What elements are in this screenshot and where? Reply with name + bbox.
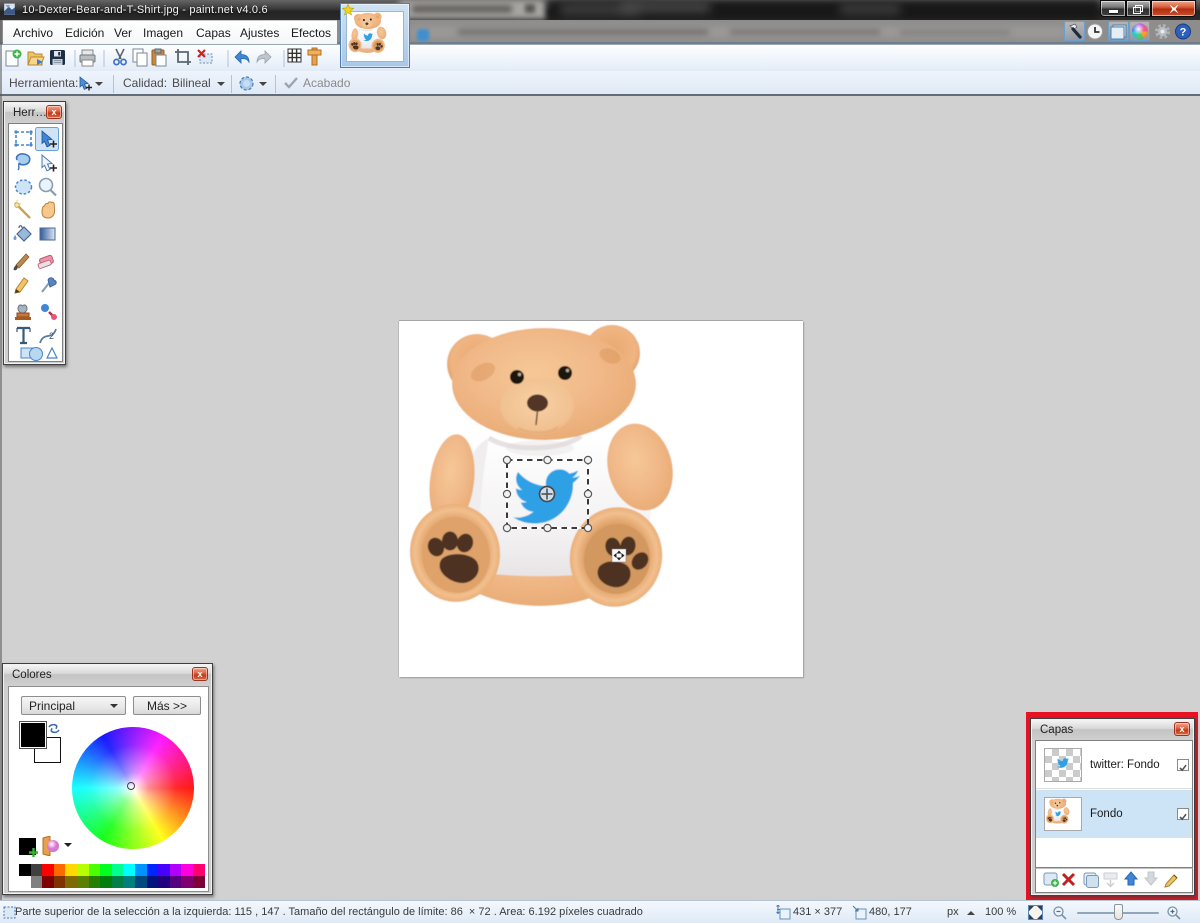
svg-text:?: ? [1180,27,1187,39]
svg-text:2: 2 [49,331,54,341]
